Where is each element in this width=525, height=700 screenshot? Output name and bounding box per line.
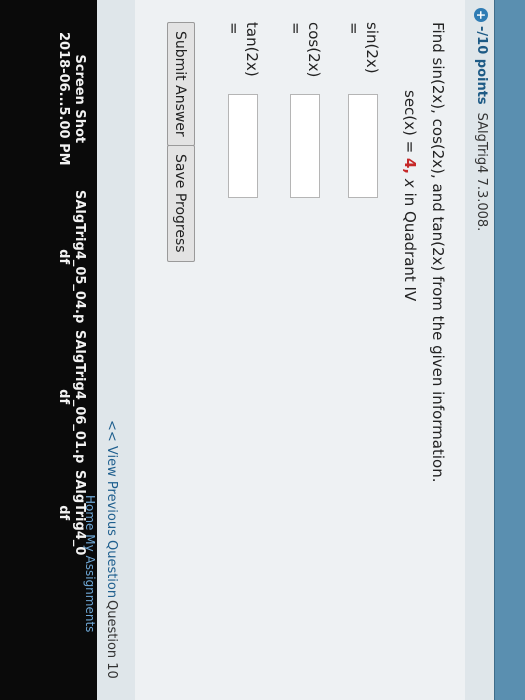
tan-label: tan(2x) = (225, 22, 261, 77)
dock-file-name: Screen Shot (72, 54, 87, 144)
dock-file-pdf-3[interactable]: SAlgTrig4_0 df (55, 470, 87, 555)
dock-file-pdf-2[interactable]: SAlgTrig4_06_01.p df (55, 330, 87, 463)
browser-page: + -/10 points SAlgTrig4 7.3.008. Find si… (0, 0, 525, 700)
dock-file-screenshot[interactable]: Screen Shot 2018-06...5.00 PM (55, 32, 87, 166)
sin-row: sin(2x) = (345, 22, 381, 198)
dock-file-name-line2: df (56, 389, 71, 405)
question-nav: << View Previous Question Question 10 (97, 0, 127, 700)
question-panel: Find sin(2x), cos(2x), and tan(2x) from … (135, 0, 465, 700)
dock-file-name: SAlgTrig4_06_01.p (72, 330, 87, 464)
question-header: + -/10 points SAlgTrig4 7.3.008. (474, 8, 489, 231)
given-prefix: sec(x) = (401, 90, 419, 158)
dock-file-name: SAlgTrig4_05_04.p (72, 190, 87, 324)
points-label: -/10 points (474, 26, 489, 105)
tan-answer-input[interactable] (228, 94, 258, 198)
plus-icon[interactable]: + (474, 8, 489, 22)
cos-label: cos(2x) = (287, 22, 323, 78)
submit-answer-button[interactable]: Submit Answer (167, 22, 195, 146)
tan-row: tan(2x) = (225, 22, 261, 198)
dock-file-name: SAlgTrig4_0 (72, 470, 87, 556)
desktop-dock: Home My Assignments Screen Shot 2018-06.… (0, 0, 97, 700)
sin-answer-input[interactable] (348, 94, 378, 198)
dock-file-name-line2: 2018-06...5.00 PM (56, 32, 71, 166)
given-value: 4, (401, 157, 419, 175)
header-bar (494, 0, 525, 700)
question-number: Question 10 (104, 600, 119, 679)
dock-file-name-line2: df (56, 249, 71, 265)
sin-label: sin(2x) = (345, 22, 381, 74)
given-var: x (401, 178, 419, 188)
given-suffix: in Quadrant IV (401, 187, 419, 302)
given-information: sec(x) = 4, x in Quadrant IV (401, 90, 419, 301)
dock-file-name-line2: df (56, 505, 71, 521)
question-prompt: Find sin(2x), cos(2x), and tan(2x) from … (429, 22, 447, 483)
dock-file-pdf-1[interactable]: SAlgTrig4_05_04.p df (55, 190, 87, 323)
cos-answer-input[interactable] (290, 94, 320, 198)
cos-row: cos(2x) = (287, 22, 323, 198)
problem-id: SAlgTrig4 7.3.008. (474, 112, 489, 232)
save-progress-button[interactable]: Save Progress (167, 145, 195, 262)
previous-question-link[interactable]: << View Previous Question (104, 420, 119, 598)
